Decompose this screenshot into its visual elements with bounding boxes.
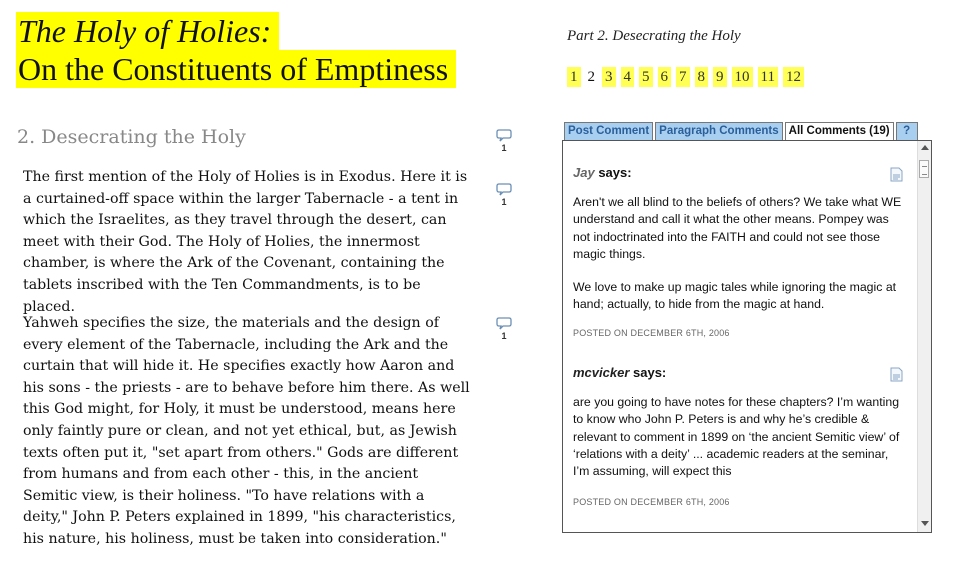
speech-bubble-icon xyxy=(496,183,512,196)
paragraph-1-comment-link[interactable]: 1 xyxy=(496,183,512,207)
document-icon[interactable] xyxy=(890,367,903,386)
comment-timestamp: POSTED ON DECEMBER 6TH, 2006 xyxy=(573,328,730,338)
title-line-2: On the Constituents of Emptiness xyxy=(16,50,457,88)
paragraph-2: Yahweh specifies the size, the materials… xyxy=(23,315,470,547)
paragraph-1: The first mention of the Holy of Holies … xyxy=(23,169,468,315)
comment-author-line: Jay says: xyxy=(573,165,903,180)
scroll-up-arrow-icon[interactable] xyxy=(921,145,929,150)
speech-bubble-icon xyxy=(496,317,512,330)
section-heading: 2. Desecrating the Holy xyxy=(17,126,246,148)
tab-help[interactable]: ? xyxy=(895,122,918,141)
comment-author[interactable]: mcvicker xyxy=(573,365,629,380)
comment-text: Aren't we all blind to the beliefs of ot… xyxy=(573,195,902,261)
page-link-5[interactable]: 5 xyxy=(639,67,653,87)
comment: mcvicker says: are you going to have not… xyxy=(573,365,903,507)
scroll-thumb[interactable] xyxy=(919,160,929,178)
page-link-10[interactable]: 10 xyxy=(731,67,753,87)
comment-count: 1 xyxy=(501,331,507,341)
page-link-11[interactable]: 11 xyxy=(757,67,778,87)
scroll-down-arrow-icon[interactable] xyxy=(921,521,929,526)
comment-timestamp: POSTED ON DECEMBER 6TH, 2006 xyxy=(573,497,730,507)
comment-author-line: mcvicker says: xyxy=(573,365,903,380)
page-link-1[interactable]: 1 xyxy=(567,67,581,87)
part-title: Part 2. Desecrating the Holy xyxy=(567,28,741,44)
page-link-12[interactable]: 12 xyxy=(782,67,804,87)
says-label: says: xyxy=(633,365,667,380)
speech-bubble-icon xyxy=(496,129,512,142)
comment: Jay says: Aren't we all blind to the bel… xyxy=(573,165,903,338)
paragraph-2-comment-link[interactable]: 1 xyxy=(496,317,512,341)
comments-scrollbar[interactable] xyxy=(917,141,931,532)
comment-count: 1 xyxy=(501,143,507,153)
comment-text: We love to make up magic tales while ign… xyxy=(573,280,897,312)
tab-paragraph-comments[interactable]: Paragraph Comments xyxy=(655,122,783,141)
page-link-6[interactable]: 6 xyxy=(657,67,671,87)
page-link-3[interactable]: 3 xyxy=(602,67,616,87)
page-link-9[interactable]: 9 xyxy=(713,67,727,87)
says-label: says: xyxy=(598,165,632,180)
tab-all-comments[interactable]: All Comments (19) xyxy=(784,122,894,141)
comment-author[interactable]: Jay xyxy=(573,165,595,180)
page-link-4[interactable]: 4 xyxy=(620,67,634,87)
comments-panel: Jay says: Aren't we all blind to the bel… xyxy=(562,140,932,533)
comment-tabs: Post Comment Paragraph Comments All Comm… xyxy=(564,122,920,141)
book-title: The Holy of Holies: On the Constituents … xyxy=(16,12,516,88)
page-navigation: 1 2 3 4 5 6 7 8 9 10 11 12 xyxy=(567,67,809,87)
page-link-7[interactable]: 7 xyxy=(676,67,690,87)
comment-text: are you going to have notes for these ch… xyxy=(573,395,900,479)
page-current-2: 2 xyxy=(587,69,596,85)
heading-comment-link[interactable]: 1 xyxy=(496,129,512,153)
comment-count: 1 xyxy=(501,197,507,207)
tab-post-comment[interactable]: Post Comment xyxy=(564,122,654,141)
page-link-8[interactable]: 8 xyxy=(694,67,708,87)
title-line-1: The Holy of Holies: xyxy=(16,12,280,50)
document-icon[interactable] xyxy=(890,167,903,186)
